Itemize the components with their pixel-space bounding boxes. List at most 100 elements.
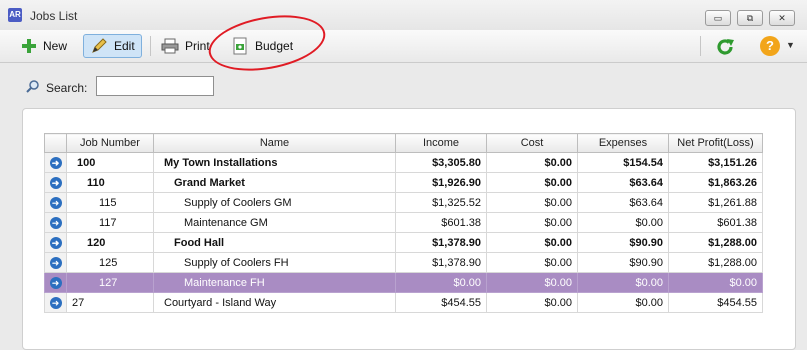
app-icon: AR	[8, 8, 22, 22]
job-number-cell: 127	[66, 272, 154, 293]
job-number-cell: 100	[66, 152, 154, 173]
table-row-selected[interactable]: ➜ 127 Maintenance FH $0.00 $0.00 $0.00 $…	[44, 272, 763, 293]
edit-button-label: Edit	[114, 39, 135, 53]
table-row[interactable]: ➜ 115 Supply of Coolers GM $1,325.52 $0.…	[44, 192, 763, 213]
net-profit-cell: $454.55	[668, 292, 763, 313]
row-arrow-cell[interactable]: ➜	[44, 152, 67, 173]
row-arrow-icon: ➜	[49, 236, 62, 249]
help-icon[interactable]: ?	[760, 36, 780, 56]
cost-cell: $0.00	[486, 232, 578, 253]
column-header-cost[interactable]: Cost	[486, 133, 578, 153]
expenses-cell: $90.90	[577, 252, 669, 273]
expenses-cell: $63.64	[577, 172, 669, 193]
column-header-job-number[interactable]: Job Number	[66, 133, 154, 153]
income-cell: $1,378.90	[395, 232, 487, 253]
refresh-icon[interactable]	[714, 36, 736, 58]
table-row[interactable]: ➜ 120 Food Hall $1,378.90 $0.00 $90.90 $…	[44, 232, 763, 253]
cost-cell: $0.00	[486, 192, 578, 213]
job-number-cell: 120	[66, 232, 154, 253]
cost-cell: $0.00	[486, 172, 578, 193]
job-name-cell: Supply of Coolers FH	[153, 252, 396, 273]
minimize-button[interactable]: ▭	[705, 10, 731, 26]
job-number-cell: 115	[66, 192, 154, 213]
toolbar-separator	[700, 36, 701, 56]
toolbar-separator	[150, 36, 151, 56]
row-arrow-icon: ➜	[49, 176, 62, 189]
net-profit-cell: $1,863.26	[668, 172, 763, 193]
net-profit-cell: $1,288.00	[668, 232, 763, 253]
cost-cell: $0.00	[486, 152, 578, 173]
expenses-cell: $63.64	[577, 192, 669, 213]
row-arrow-cell[interactable]: ➜	[44, 272, 67, 293]
new-button-label: New	[43, 39, 68, 53]
close-button[interactable]: ✕	[769, 10, 795, 26]
row-arrow-cell[interactable]: ➜	[44, 292, 67, 313]
job-name-cell: Maintenance FH	[153, 272, 396, 293]
net-profit-cell: $0.00	[668, 272, 763, 293]
table-row[interactable]: ➜ 100 My Town Installations $3,305.80 $0…	[44, 152, 763, 173]
job-number-cell: 125	[66, 252, 154, 273]
row-arrow-icon: ➜	[49, 156, 62, 169]
row-arrow-icon: ➜	[49, 216, 62, 229]
row-arrow-cell[interactable]: ➜	[44, 172, 67, 193]
income-cell: $601.38	[395, 212, 487, 233]
job-name-cell: Maintenance GM	[153, 212, 396, 233]
new-button[interactable]: New	[14, 34, 74, 58]
help-dropdown-chevron-icon[interactable]: ▼	[786, 40, 795, 50]
pencil-icon	[92, 38, 107, 53]
job-name-cell: Supply of Coolers GM	[153, 192, 396, 213]
jobs-table: Job Number Name Income Cost Expenses Net…	[44, 133, 763, 313]
job-number-cell: 110	[66, 172, 154, 193]
edit-button[interactable]: Edit	[83, 34, 142, 58]
income-cell: $1,926.90	[395, 172, 487, 193]
printer-icon	[161, 38, 179, 54]
net-profit-cell: $3,151.26	[668, 152, 763, 173]
search-icon	[26, 80, 39, 93]
window-title: Jobs List	[30, 9, 78, 23]
row-arrow-icon: ➜	[49, 196, 62, 209]
expenses-cell: $0.00	[577, 292, 669, 313]
income-cell: $1,325.52	[395, 192, 487, 213]
plus-icon	[22, 39, 36, 53]
restore-button[interactable]: ⧉	[737, 10, 763, 26]
table-row[interactable]: ➜ 117 Maintenance GM $601.38 $0.00 $0.00…	[44, 212, 763, 233]
cost-cell: $0.00	[486, 272, 578, 293]
table-row[interactable]: ➜ 110 Grand Market $1,926.90 $0.00 $63.6…	[44, 172, 763, 193]
print-button[interactable]: Print	[154, 34, 217, 58]
row-arrow-icon: ➜	[49, 296, 62, 309]
row-arrow-cell[interactable]: ➜	[44, 252, 67, 273]
job-number-cell: 117	[66, 212, 154, 233]
title-bar: AR Jobs List ▭ ⧉ ✕	[0, 0, 807, 31]
expenses-cell: $0.00	[577, 272, 669, 293]
toolbar: New Edit Print Budget ? ▼	[0, 30, 807, 63]
print-button-label: Print	[185, 39, 210, 53]
cost-cell: $0.00	[486, 212, 578, 233]
row-arrow-cell[interactable]: ➜	[44, 232, 67, 253]
cost-cell: $0.00	[486, 252, 578, 273]
table-row[interactable]: ➜ 27 Courtyard - Island Way $454.55 $0.0…	[44, 292, 763, 313]
column-header-name[interactable]: Name	[153, 133, 396, 153]
job-name-cell: Courtyard - Island Way	[153, 292, 396, 313]
row-arrow-icon: ➜	[49, 276, 62, 289]
job-name-cell: Food Hall	[153, 232, 396, 253]
income-cell: $3,305.80	[395, 152, 487, 173]
expenses-cell: $0.00	[577, 212, 669, 233]
expenses-cell: $90.90	[577, 232, 669, 253]
cost-cell: $0.00	[486, 292, 578, 313]
column-header-net-profit[interactable]: Net Profit(Loss)	[668, 133, 763, 153]
income-cell: $1,378.90	[395, 252, 487, 273]
row-arrow-cell[interactable]: ➜	[44, 192, 67, 213]
row-arrow-cell[interactable]: ➜	[44, 212, 67, 233]
income-cell: $0.00	[395, 272, 487, 293]
column-header-expenses[interactable]: Expenses	[577, 133, 669, 153]
column-header-income[interactable]: Income	[395, 133, 487, 153]
job-name-cell: Grand Market	[153, 172, 396, 193]
column-header-indicator	[44, 133, 67, 153]
job-name-cell: My Town Installations	[153, 152, 396, 173]
table-row[interactable]: ➜ 125 Supply of Coolers FH $1,378.90 $0.…	[44, 252, 763, 273]
search-input[interactable]	[96, 76, 214, 96]
job-number-cell: 27	[66, 292, 154, 313]
net-profit-cell: $1,288.00	[668, 252, 763, 273]
expenses-cell: $154.54	[577, 152, 669, 173]
search-label: Search:	[46, 81, 88, 95]
